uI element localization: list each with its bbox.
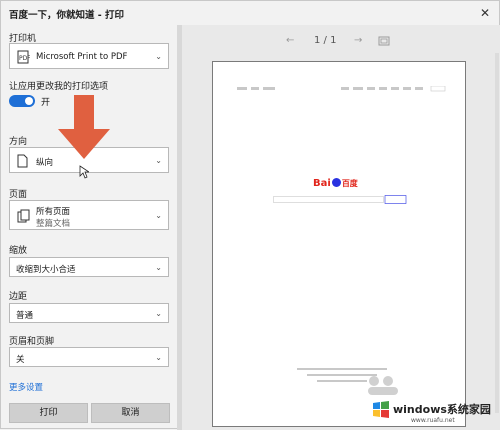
watermark-url: www.ruafu.net [411, 417, 455, 424]
chevron-down-icon: ⌄ [155, 52, 162, 61]
chevron-down-icon: ⌄ [155, 309, 162, 318]
header-footer-label: 页眉和页脚 [9, 337, 55, 347]
windows-logo-icon [373, 401, 389, 418]
printer-icon: PDF [17, 50, 30, 64]
pages-subvalue: 整篇文档 [36, 219, 71, 229]
title-bar: 百度一下，你就知道 - 打印 ✕ [1, 1, 499, 25]
fit-page-icon[interactable] [378, 36, 390, 46]
toggle-state-label: 开 [41, 98, 51, 108]
preview-scrollbar[interactable] [495, 53, 499, 413]
orientation-label: 方向 [9, 137, 28, 147]
toggle-knob [25, 97, 33, 105]
pages-dropdown[interactable]: 所有页面 整篇文档 ⌄ [9, 200, 169, 230]
app-options-toggle[interactable] [9, 95, 35, 107]
next-page-button[interactable]: → [354, 35, 362, 46]
header-footer-dropdown[interactable]: 关 ⌄ [9, 347, 169, 367]
baidu-logo-text-b: 百度 [341, 179, 358, 188]
pages-icon [17, 209, 30, 223]
search-box-preview [273, 195, 407, 204]
preview-pane: ← 1 / 1 → Bai 百度 [182, 25, 500, 430]
margins-dropdown[interactable]: 普通 ⌄ [9, 303, 169, 323]
watermark-text: windows系统家园 [393, 403, 491, 416]
scale-dropdown[interactable]: 收缩到大小合适 ⌄ [9, 257, 169, 277]
margins-label: 边距 [9, 292, 28, 302]
page-top-links [237, 86, 446, 92]
margins-value: 普通 [16, 311, 34, 321]
paw-icon [331, 178, 341, 187]
portrait-page-icon [17, 154, 28, 168]
header-footer-value: 关 [16, 355, 25, 365]
scale-label: 缩放 [9, 246, 28, 256]
print-button[interactable]: 打印 [9, 403, 88, 423]
prev-page-button[interactable]: ← [286, 35, 294, 46]
pages-label: 页面 [9, 190, 28, 200]
printer-dropdown[interactable]: PDF Microsoft Print to PDF ⌄ [9, 43, 169, 69]
preview-page: Bai 百度 [212, 61, 466, 427]
baidu-logo: Bai 百度 [313, 178, 358, 189]
pages-value: 所有页面 [36, 207, 71, 217]
print-dialog: 百度一下，你就知道 - 打印 ✕ 打印机 PDF Microsoft Print… [0, 0, 500, 430]
cancel-button[interactable]: 取消 [91, 403, 170, 423]
orientation-value: 纵向 [36, 158, 54, 168]
watermark: windows系统家园 www.ruafu.net [371, 397, 499, 429]
app-options-label: 让应用更改我的打印选项 [9, 82, 109, 92]
printer-value: Microsoft Print to PDF [36, 52, 128, 62]
svg-text:PDF: PDF [19, 55, 30, 62]
chevron-down-icon: ⌄ [155, 156, 162, 165]
scale-value: 收缩到大小合适 [16, 265, 76, 275]
down-arrow-annotation [58, 95, 110, 159]
preview-nav: ← 1 / 1 → [182, 35, 500, 49]
window-title: 百度一下，你就知道 - 打印 [9, 10, 125, 21]
mouse-cursor-icon [79, 165, 89, 179]
more-settings-link[interactable]: 更多设置 [9, 381, 43, 393]
close-button[interactable]: ✕ [477, 5, 493, 21]
settings-panel: 打印机 PDF Microsoft Print to PDF ⌄ 让应用更改我的… [1, 25, 177, 430]
chevron-down-icon: ⌄ [155, 353, 162, 362]
chevron-down-icon: ⌄ [155, 211, 162, 220]
page-indicator: 1 / 1 [314, 35, 337, 46]
chevron-down-icon: ⌄ [155, 263, 162, 272]
watermark-people-icon [368, 376, 398, 395]
baidu-logo-text-a: Bai [313, 178, 331, 189]
